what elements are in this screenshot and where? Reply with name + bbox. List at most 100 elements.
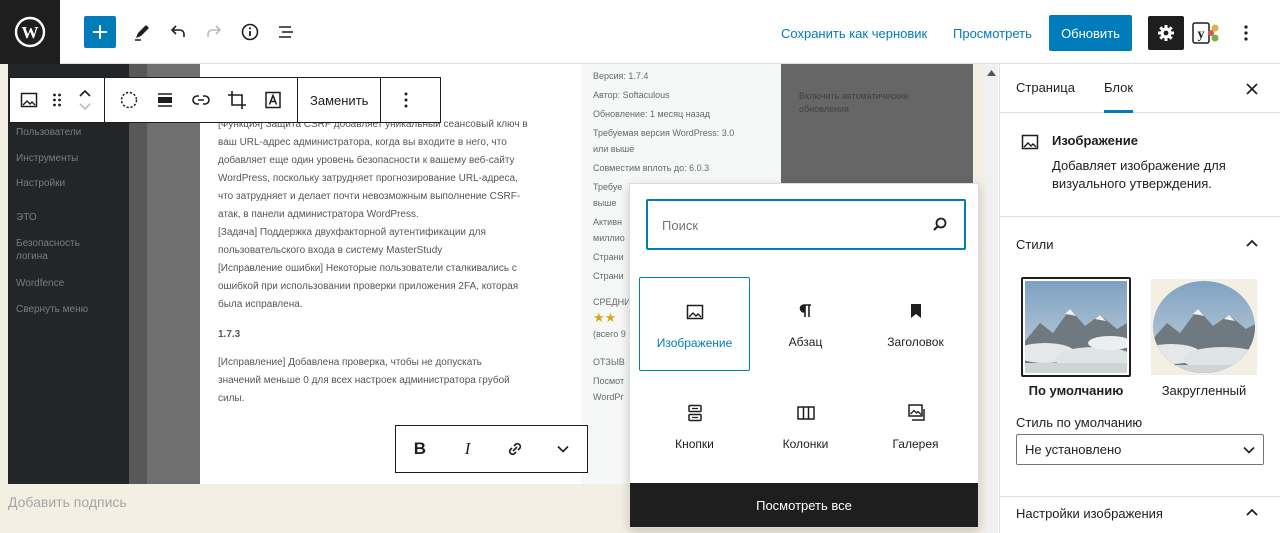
block-option-label: Изображение [656, 336, 733, 350]
style-option-default[interactable]: По умолчанию [1021, 277, 1131, 398]
image-caption-input[interactable]: Добавить подпись [8, 494, 127, 510]
chevron-up-icon[interactable] [1244, 505, 1260, 521]
block-type-button[interactable] [14, 78, 44, 122]
insert-link-button[interactable] [183, 78, 219, 122]
styles-panel-title[interactable]: Стили [1016, 237, 1053, 252]
tab-block[interactable]: Блок [1104, 80, 1134, 113]
style-preview [1021, 277, 1131, 377]
duotone-button[interactable] [111, 78, 147, 122]
chevron-up-icon[interactable] [1244, 236, 1260, 252]
pencil-icon [135, 25, 149, 41]
chevron-up-icon[interactable] [79, 90, 91, 97]
block-option-label: Галерея [892, 437, 939, 451]
screenshot-menu-item: Настройки [16, 178, 66, 189]
link-icon [192, 95, 210, 105]
more-vertical-icon [404, 92, 408, 108]
style-preview [1149, 277, 1259, 377]
scroll-up-icon [987, 70, 996, 76]
screenshot-menu-item: ЭТО [16, 212, 37, 223]
search-icon [933, 217, 947, 231]
format-toolbar: B I [395, 425, 588, 473]
style-option-label: Закругленный [1161, 383, 1247, 398]
undo-icon [170, 25, 185, 37]
replace-button[interactable]: Заменить [298, 78, 380, 122]
inserter-search [646, 199, 966, 250]
settings-sidebar: Страница Блок Изображение Добавляет изоб… [999, 64, 1280, 533]
tools-button[interactable] [126, 16, 158, 48]
bold-button[interactable]: B [400, 429, 440, 469]
image-settings-title[interactable]: Настройки изображения [1016, 506, 1163, 521]
default-style-select[interactable]: Не установлено [1016, 434, 1264, 465]
undo-button[interactable] [162, 16, 194, 48]
block-option-heading[interactable]: Заголовок [860, 277, 971, 371]
italic-button[interactable]: I [448, 429, 488, 469]
browse-all-button[interactable]: Посмотреть все [630, 483, 978, 527]
image-icon [1021, 134, 1039, 150]
quick-inserter: Изображение Абзац Заголовок Кнопки Колон… [629, 183, 979, 528]
image-icon [20, 92, 38, 108]
block-option-paragraph[interactable]: Абзац [750, 277, 861, 371]
screenshot-menu-item: Безопасность [16, 238, 80, 249]
block-option-image[interactable]: Изображение [639, 277, 750, 371]
screenshot-menu-item: Инструменты [16, 153, 79, 164]
changelog-line: ошибкой при использовании проверки прило… [218, 281, 519, 292]
redo-button[interactable] [198, 16, 230, 48]
block-option-label: Абзац [788, 335, 823, 349]
info-icon [241, 23, 259, 41]
close-icon [1246, 83, 1258, 95]
add-block-button[interactable] [84, 16, 116, 48]
style-option-rounded[interactable]: Закругленный [1149, 277, 1259, 398]
details-button[interactable] [234, 16, 266, 48]
block-option-gallery[interactable]: Галерея [860, 379, 971, 473]
block-card-description: Добавляет изображение для визуального ут… [1052, 158, 1226, 191]
preview-button[interactable]: Просмотреть [953, 26, 1032, 41]
tab-page[interactable]: Страница [1016, 80, 1075, 95]
options-menu-button[interactable] [1236, 18, 1256, 48]
more-formats-button[interactable] [543, 429, 583, 469]
styles-panel: Стили По умолчанию Закругленный Стиль по… [1000, 217, 1280, 497]
block-option-buttons[interactable]: Кнопки [639, 379, 750, 473]
changelog-line: значений меньше 0 для всех настроек адми… [218, 375, 510, 386]
drag-handle[interactable] [44, 78, 70, 122]
link-button[interactable] [495, 429, 535, 469]
block-card: Изображение Добавляет изображение для ви… [1000, 113, 1280, 217]
meta-line: Обновление: 1 месяц назад [593, 109, 710, 119]
text-over-image-button[interactable] [255, 78, 291, 122]
move-controls [70, 78, 100, 122]
changelog-line: WordPress, поскольку затрудняет прогнози… [218, 173, 518, 184]
block-options-button[interactable] [381, 78, 431, 122]
mountain-preview-rounded-image [1151, 279, 1257, 375]
bookmark-icon [910, 304, 921, 318]
screenshot-right-text: Включить автоматические обновления [799, 91, 909, 114]
columns-icon [796, 406, 815, 420]
crop-icon [228, 91, 246, 109]
block-option-label: Кнопки [675, 437, 714, 451]
screenshot-menu-item: Wordfence [16, 278, 65, 289]
wordpress-logo-button[interactable]: W [0, 0, 60, 64]
list-view-button[interactable] [270, 16, 302, 48]
chevron-down-icon[interactable] [79, 103, 91, 110]
align-button[interactable] [147, 78, 183, 122]
changelog-line: была исправлена. [218, 299, 303, 310]
sidebar-tabs: Страница Блок [1000, 64, 1280, 113]
image-settings-panel: Настройки изображения [1000, 497, 1280, 533]
svg-text:y: y [1198, 27, 1205, 42]
screenshot-plugins-column [147, 64, 200, 484]
svg-text:W: W [22, 23, 39, 42]
inserter-search-input[interactable] [662, 214, 922, 236]
meta-line: или выше [593, 144, 635, 154]
changelog-line: добавляет еще один уровень безопасности … [218, 155, 515, 166]
save-draft-button[interactable]: Сохранить как черновик [781, 26, 927, 41]
yoast-seo-button[interactable]: y [1192, 21, 1224, 45]
update-button[interactable]: Обновить [1049, 15, 1132, 51]
settings-button[interactable] [1148, 16, 1184, 50]
changelog-line: [Задача] Поддержка двухфакторной аутенти… [218, 227, 486, 238]
editor-header: W Сохранить как черновик Просмотреть Обн… [0, 0, 1280, 64]
crop-button[interactable] [219, 78, 255, 122]
screenshot-changelog: [Функция] Защита CSRF добавляет уникальн… [200, 64, 581, 484]
block-option-columns[interactable]: Колонки [750, 379, 861, 473]
meta-line: Версия: 1.7.4 [593, 71, 649, 81]
canvas-scrollbar[interactable] [985, 64, 998, 533]
close-sidebar-button[interactable] [1241, 78, 1263, 100]
gear-icon [1158, 25, 1174, 41]
